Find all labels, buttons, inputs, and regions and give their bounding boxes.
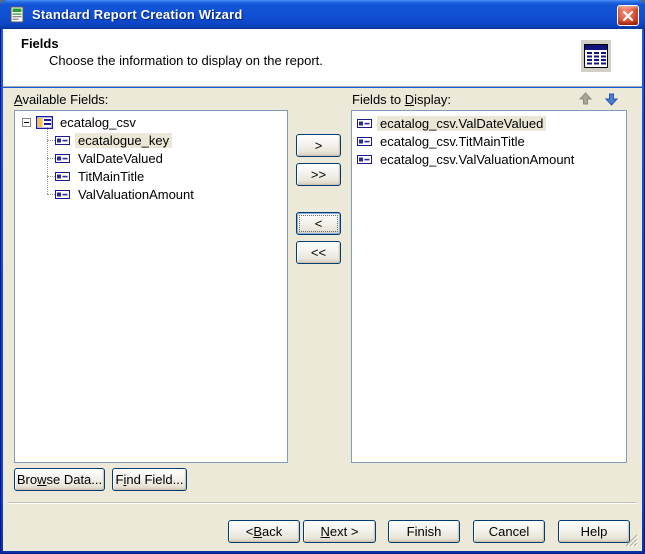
help-button[interactable]: Help bbox=[558, 520, 630, 543]
available-fields-tree[interactable]: ecatalog_csv ecatalogue_key ValDateValue… bbox=[14, 110, 288, 463]
available-fields-label: Available Fields: bbox=[14, 92, 108, 107]
field-icon bbox=[357, 155, 372, 164]
fields-to-display-label: Fields to Display: bbox=[352, 92, 451, 107]
field-icon bbox=[357, 137, 372, 146]
browse-data-button[interactable]: Browse Data... bbox=[14, 468, 105, 491]
tree-root-label: ecatalog_csv bbox=[57, 115, 139, 130]
tree-field-item[interactable]: ValValuationAmount bbox=[15, 185, 287, 203]
tree-field-label: ValValuationAmount bbox=[75, 187, 197, 202]
tree-field-label: ValDateValued bbox=[75, 151, 166, 166]
tree-field-label: ecatalogue_key bbox=[75, 133, 172, 148]
data-table-icon bbox=[581, 40, 611, 72]
tree-connector bbox=[47, 176, 55, 177]
tree-node-table[interactable]: ecatalog_csv bbox=[15, 113, 287, 131]
tree-field-item[interactable]: TitMainTitle bbox=[15, 167, 287, 185]
find-field-button[interactable]: Find Field... bbox=[112, 468, 187, 491]
divider bbox=[8, 502, 637, 504]
fields-to-display-list[interactable]: ecatalog_csv.ValDateValued ecatalog_csv.… bbox=[351, 110, 627, 463]
page-subtitle: Choose the information to display on the… bbox=[49, 53, 323, 68]
remove-field-button[interactable]: < bbox=[296, 212, 341, 235]
page-title: Fields bbox=[21, 36, 59, 51]
display-field-label: ecatalog_csv.ValDateValued bbox=[377, 116, 546, 131]
remove-all-fields-button[interactable]: << bbox=[296, 241, 341, 264]
tree-field-label: TitMainTitle bbox=[75, 169, 147, 184]
tree-field-item[interactable]: ValDateValued bbox=[15, 149, 287, 167]
field-icon bbox=[55, 172, 70, 181]
display-field-item[interactable]: ecatalog_csv.ValDateValued bbox=[352, 114, 626, 132]
close-button[interactable] bbox=[617, 5, 639, 26]
move-up-icon[interactable] bbox=[578, 92, 593, 106]
back-button[interactable]: < Back bbox=[228, 520, 300, 543]
wizard-body: Available Fields: Fields to Display: eca… bbox=[3, 88, 642, 551]
field-icon bbox=[55, 154, 70, 163]
resize-grip-icon[interactable] bbox=[625, 534, 638, 547]
field-icon bbox=[55, 190, 70, 199]
cancel-button[interactable]: Cancel bbox=[473, 520, 545, 543]
title-bar[interactable]: Standard Report Creation Wizard bbox=[0, 0, 645, 29]
wizard-header: Fields Choose the information to display… bbox=[3, 29, 642, 87]
tree-connector bbox=[47, 140, 55, 141]
tree-connector bbox=[47, 194, 55, 195]
report-document-icon bbox=[8, 6, 26, 24]
display-field-label: ecatalog_csv.TitMainTitle bbox=[377, 134, 528, 149]
field-icon bbox=[357, 119, 372, 128]
field-icon bbox=[55, 136, 70, 145]
next-button[interactable]: Next > bbox=[303, 520, 376, 543]
display-field-item[interactable]: ecatalog_csv.ValValuationAmount bbox=[352, 150, 626, 168]
wizard-dialog: Standard Report Creation Wizard Fields C… bbox=[0, 0, 645, 554]
tree-connector bbox=[47, 158, 55, 159]
table-icon bbox=[36, 116, 53, 129]
tree-field-item[interactable]: ecatalogue_key bbox=[15, 131, 287, 149]
add-all-fields-button[interactable]: >> bbox=[296, 163, 341, 186]
move-down-icon[interactable] bbox=[604, 92, 619, 106]
tree-children: ecatalogue_key ValDateValued TitMainTitl… bbox=[15, 131, 287, 203]
close-icon bbox=[622, 10, 634, 22]
display-field-label: ecatalog_csv.ValValuationAmount bbox=[377, 152, 577, 167]
window-title: Standard Report Creation Wizard bbox=[32, 7, 243, 22]
collapse-icon[interactable] bbox=[22, 118, 31, 127]
finish-button[interactable]: Finish bbox=[388, 520, 460, 543]
add-field-button[interactable]: > bbox=[296, 134, 341, 157]
display-field-item[interactable]: ecatalog_csv.TitMainTitle bbox=[352, 132, 626, 150]
